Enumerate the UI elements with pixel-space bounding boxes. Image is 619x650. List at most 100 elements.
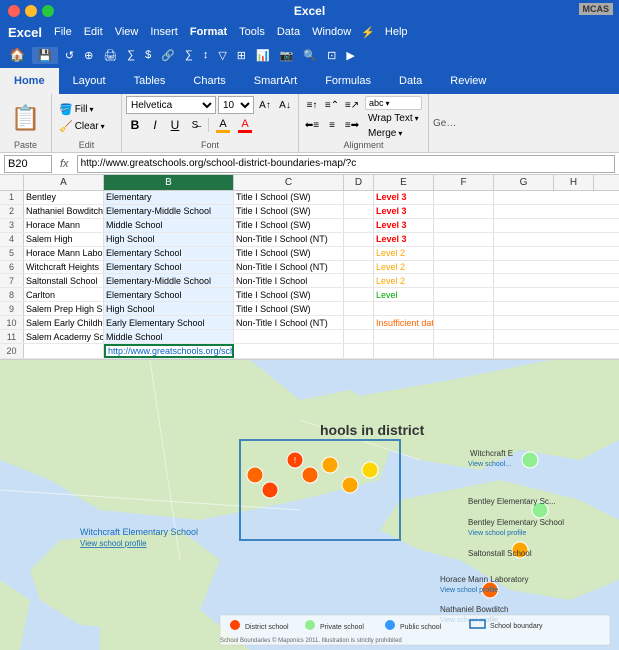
cell-e2[interactable]: Level 3	[374, 205, 434, 218]
cell-d20[interactable]	[344, 344, 374, 358]
cell-f3[interactable]	[434, 219, 494, 232]
minimize-button[interactable]	[25, 5, 37, 17]
menu-file[interactable]: File	[50, 26, 76, 38]
cell-e6[interactable]: Level 2	[374, 261, 434, 274]
cell-f9[interactable]	[434, 302, 494, 315]
table-icon[interactable]: ⊞	[234, 47, 249, 64]
cell-d6[interactable]	[344, 261, 374, 274]
cell-c3[interactable]: Title I School (SW)	[234, 219, 344, 232]
menu-excel[interactable]: Excel	[4, 25, 46, 40]
cell-b6[interactable]: Elementary School	[104, 261, 234, 274]
italic-button[interactable]: I	[146, 116, 164, 134]
cell-e10[interactable]: Insufficient data	[374, 316, 434, 329]
cell-e8[interactable]: Level	[374, 288, 434, 301]
camera-icon[interactable]: 📷	[277, 47, 297, 64]
menu-window[interactable]: Window	[308, 26, 355, 38]
cell-b8[interactable]: Elementary School	[104, 288, 234, 301]
tab-data[interactable]: Data	[385, 68, 436, 94]
cell-d9[interactable]	[344, 302, 374, 315]
cell-f1[interactable]	[434, 191, 494, 204]
menu-view[interactable]: View	[111, 26, 143, 38]
menu-insert[interactable]: Insert	[146, 26, 182, 38]
save-icon[interactable]: 💾	[32, 47, 58, 64]
cell-d10[interactable]	[344, 316, 374, 329]
close-button[interactable]	[8, 5, 20, 17]
font-family-select[interactable]: Helvetica	[126, 96, 216, 114]
tab-home[interactable]: Home	[0, 68, 59, 94]
cell-f20[interactable]	[434, 344, 494, 358]
cell-a5[interactable]: Horace Mann Laboratory	[24, 247, 104, 260]
col-header-f[interactable]: F	[434, 175, 494, 190]
col-header-b[interactable]: B	[104, 175, 234, 190]
cell-c2[interactable]: Title I School (SW)	[234, 205, 344, 218]
cell-a11[interactable]: Salem Academy School Charter	[24, 330, 104, 343]
col-header-c[interactable]: C	[234, 175, 344, 190]
tab-layout[interactable]: Layout	[59, 68, 120, 94]
merge-button[interactable]: Merge ▾	[365, 127, 422, 140]
col-header-e[interactable]: E	[374, 175, 434, 190]
sum-icon[interactable]: ∑	[124, 47, 138, 63]
menu-data[interactable]: Data	[273, 26, 304, 38]
cell-b7[interactable]: Elementary-Middle School	[104, 274, 234, 287]
cell-a8[interactable]: Carlton	[24, 288, 104, 301]
cell-c1[interactable]: Title I School (SW)	[234, 191, 344, 204]
col-header-a[interactable]: A	[24, 175, 104, 190]
table-row-active[interactable]: 20 http://www.greatschools.org/school-di…	[0, 344, 619, 359]
abc-format-button[interactable]: abc ▾	[365, 96, 422, 110]
align-top-right-button[interactable]: ≡↗	[343, 96, 361, 114]
filter-icon[interactable]: ▽	[215, 47, 229, 64]
wrap-text-button[interactable]: Wrap Text ▾	[365, 112, 422, 125]
cell-a4[interactable]: Salem High	[24, 233, 104, 246]
cell-b3[interactable]: Middle School	[104, 219, 234, 232]
print-icon[interactable]: 🖨	[100, 47, 120, 64]
menu-edit[interactable]: Edit	[80, 26, 107, 38]
cell-e3[interactable]: Level 3	[374, 219, 434, 232]
cell-b5[interactable]: Elementary School	[104, 247, 234, 260]
increase-font-button[interactable]: A↑	[256, 96, 274, 114]
cell-b2[interactable]: Elementary-Middle School	[104, 205, 234, 218]
cell-f4[interactable]	[434, 233, 494, 246]
cell-c4[interactable]: Non-Title I School (NT)	[234, 233, 344, 246]
underline-button[interactable]: U	[166, 116, 184, 134]
redo-icon[interactable]: ⊕	[81, 47, 96, 64]
cell-f10[interactable]	[434, 316, 494, 329]
highlight-color-button[interactable]: A	[213, 118, 233, 133]
cell-a7[interactable]: Saltonstall School	[24, 274, 104, 287]
chart-icon[interactable]: 📊	[253, 47, 273, 64]
decrease-font-button[interactable]: A↓	[276, 96, 294, 114]
cell-e1[interactable]: Level 3	[374, 191, 434, 204]
border-icon[interactable]: ⊡	[324, 47, 339, 64]
col-header-g[interactable]: G	[494, 175, 554, 190]
undo-icon[interactable]: ↺	[62, 47, 77, 64]
more-icon[interactable]: ▶	[343, 47, 357, 64]
cell-d5[interactable]	[344, 247, 374, 260]
cell-f5[interactable]	[434, 247, 494, 260]
col-header-d[interactable]: D	[344, 175, 374, 190]
tab-smartart[interactable]: SmartArt	[240, 68, 311, 94]
cell-b10[interactable]: Early Elementary School	[104, 316, 234, 329]
cell-f11[interactable]	[434, 330, 494, 343]
menu-tools[interactable]: Tools	[235, 26, 269, 38]
cell-b20[interactable]: http://www.greatschools.org/school-distr…	[104, 344, 234, 358]
tab-formulas[interactable]: Formulas	[311, 68, 385, 94]
align-center-button[interactable]: ≡	[323, 116, 341, 134]
cell-c9[interactable]: Title I School (SW)	[234, 302, 344, 315]
cell-c11[interactable]	[234, 330, 344, 343]
cell-a3[interactable]: Horace Mann	[24, 219, 104, 232]
cell-a6[interactable]: Witchcraft Heights	[24, 261, 104, 274]
cell-c8[interactable]: Title I School (SW)	[234, 288, 344, 301]
cell-d11[interactable]	[344, 330, 374, 343]
cell-f2[interactable]	[434, 205, 494, 218]
paste-button[interactable]: 📋	[7, 96, 45, 140]
align-top-left-button[interactable]: ≡↑	[303, 96, 321, 114]
cell-b9[interactable]: High School	[104, 302, 234, 315]
cell-c5[interactable]: Title I School (SW)	[234, 247, 344, 260]
bold-button[interactable]: B	[126, 116, 144, 134]
tab-tables[interactable]: Tables	[120, 68, 180, 94]
menu-help[interactable]: Help	[381, 26, 412, 38]
cell-a1[interactable]: Bentley	[24, 191, 104, 204]
align-top-center-button[interactable]: ≡⌃	[323, 96, 341, 114]
cell-a10[interactable]: Salem Early Childhood	[24, 316, 104, 329]
cell-d1[interactable]	[344, 191, 374, 204]
currency-icon[interactable]: $	[142, 47, 154, 63]
